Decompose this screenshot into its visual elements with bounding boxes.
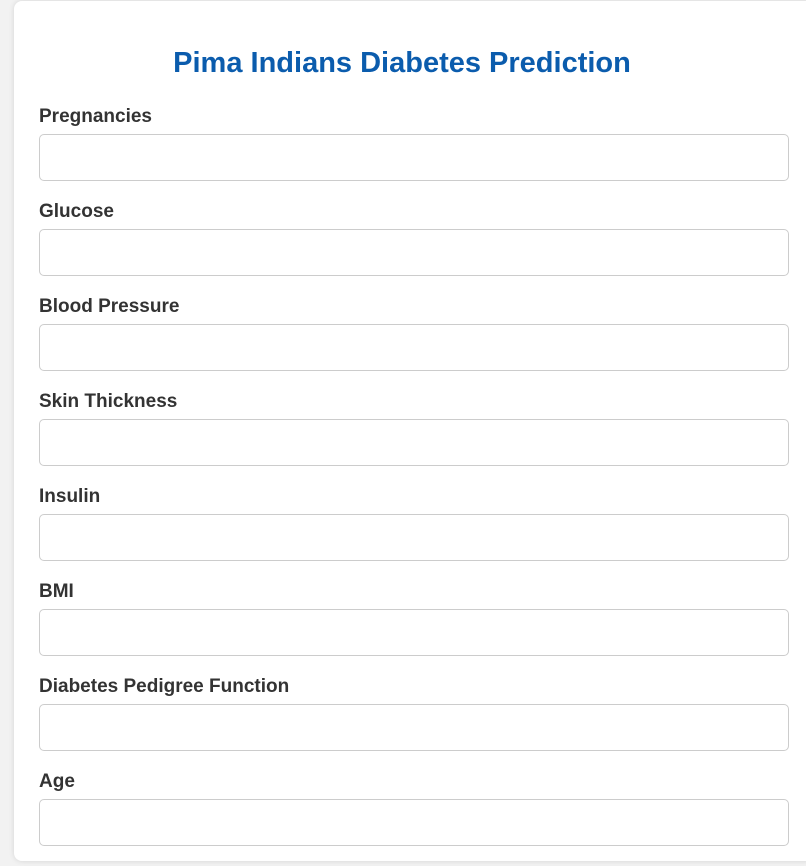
field-glucose: Glucose (39, 201, 806, 296)
skin-thickness-label: Skin Thickness (39, 391, 178, 412)
pregnancies-input[interactable] (39, 134, 789, 181)
skin-thickness-input[interactable] (39, 419, 789, 466)
field-blood-pressure: Blood Pressure (39, 296, 806, 391)
age-input[interactable] (39, 799, 789, 846)
field-pregnancies: Pregnancies (39, 106, 806, 201)
field-bmi: BMI (39, 581, 806, 676)
prediction-form: Pregnancies Glucose Blood Pressure Skin … (39, 106, 806, 866)
field-skin-thickness: Skin Thickness (39, 391, 806, 486)
blood-pressure-input[interactable] (39, 324, 789, 371)
field-age: Age (39, 771, 806, 866)
field-diabetes-pedigree-function: Diabetes Pedigree Function (39, 676, 806, 771)
age-label: Age (39, 771, 75, 792)
diabetes-pedigree-function-label: Diabetes Pedigree Function (39, 676, 290, 697)
form-card: Pima Indians Diabetes Prediction Pregnan… (14, 1, 806, 861)
blood-pressure-label: Blood Pressure (39, 296, 180, 317)
pregnancies-label: Pregnancies (39, 106, 152, 127)
field-insulin: Insulin (39, 486, 806, 581)
page-title: Pima Indians Diabetes Prediction (173, 47, 631, 79)
bmi-label: BMI (39, 581, 74, 602)
glucose-label: Glucose (39, 201, 114, 222)
insulin-input[interactable] (39, 514, 789, 561)
insulin-label: Insulin (39, 486, 101, 507)
glucose-input[interactable] (39, 229, 789, 276)
bmi-input[interactable] (39, 609, 789, 656)
diabetes-pedigree-function-input[interactable] (39, 704, 789, 751)
